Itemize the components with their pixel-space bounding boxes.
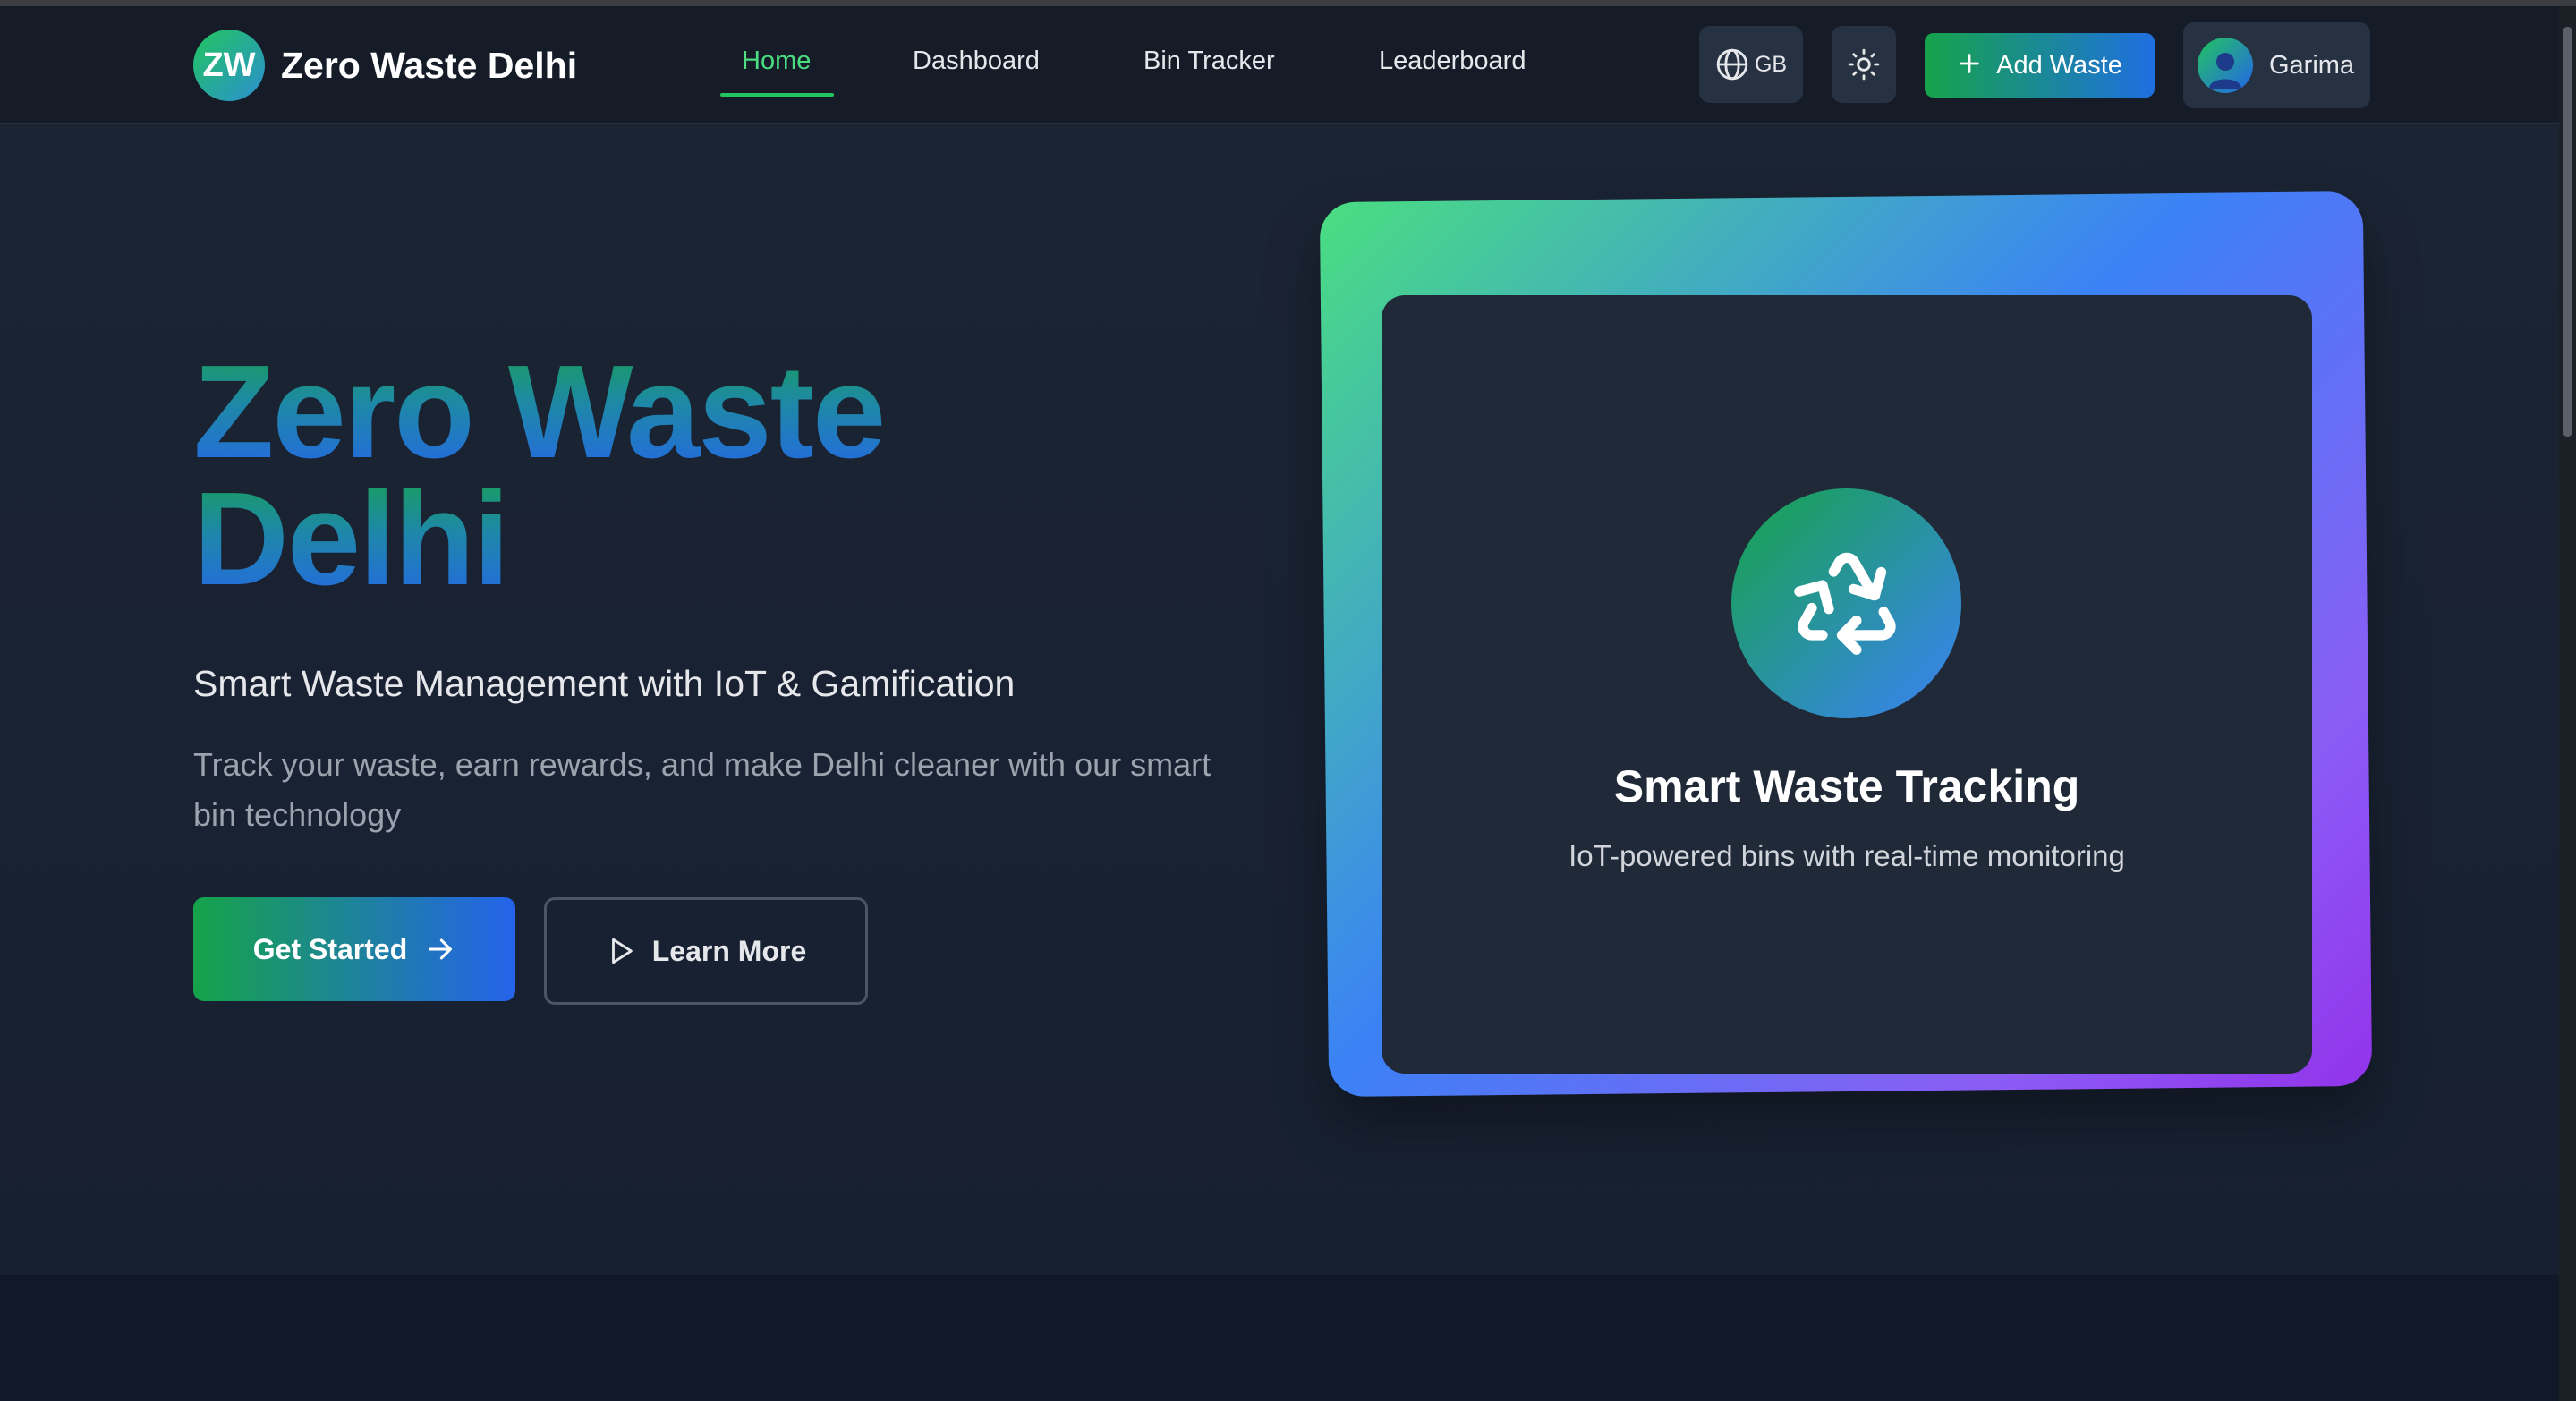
scrollbar-thumb[interactable] <box>2563 27 2572 437</box>
user-menu-button[interactable]: Garima <box>2183 22 2370 108</box>
hero-subtitle: Smart Waste Management with IoT & Gamifi… <box>193 663 1016 704</box>
nav-link-leaderboard[interactable]: Leaderboard <box>1379 47 1526 76</box>
get-started-button[interactable]: Get Started <box>193 897 515 1001</box>
hero-title: Zero Waste Delhi <box>193 346 886 606</box>
add-waste-button[interactable]: Add Waste <box>1925 33 2155 98</box>
logo-badge: ZW <box>193 30 265 101</box>
app-title: Zero Waste Delhi <box>281 44 578 86</box>
feature-icon-circle <box>1731 488 1961 718</box>
recycle-icon <box>1789 543 1905 664</box>
learn-more-button[interactable]: Learn More <box>544 897 868 1005</box>
user-icon <box>2207 46 2243 93</box>
add-waste-label: Add Waste <box>1996 50 2122 80</box>
globe-icon <box>1715 47 1749 81</box>
learn-more-label: Learn More <box>651 934 807 967</box>
language-code: GB <box>1754 51 1788 77</box>
user-name: Garima <box>2269 50 2355 80</box>
nav-link-home[interactable]: Home <box>742 47 811 76</box>
nav-link-dashboard[interactable]: Dashboard <box>913 47 1040 76</box>
hero-title-line-1: Zero Waste <box>193 338 886 486</box>
hero-title-line-2: Delhi <box>193 465 510 613</box>
get-started-label: Get Started <box>252 932 408 965</box>
plus-icon <box>1957 49 1982 81</box>
avatar <box>2198 38 2253 93</box>
navbar: ZW Zero Waste Delhi Home Dashboard Bin T… <box>0 6 2559 124</box>
language-selector[interactable]: GB <box>1699 26 1803 103</box>
window-top-strip <box>0 0 2576 6</box>
feature-card-title: Smart Waste Tracking <box>1613 761 2080 811</box>
feature-card-description: IoT-powered bins with real-time monitori… <box>1569 839 2125 872</box>
nav-link-bin-tracker[interactable]: Bin Tracker <box>1143 47 1275 76</box>
hero-description: Track your waste, earn rewards, and make… <box>193 746 1211 833</box>
active-nav-indicator <box>720 93 834 97</box>
sun-icon <box>1847 47 1881 81</box>
play-icon <box>606 935 636 967</box>
lower-section <box>0 1275 2559 1401</box>
brand-logo[interactable]: ZW Zero Waste Delhi <box>193 30 577 101</box>
theme-toggle-button[interactable] <box>1832 26 1896 103</box>
arrow-right-icon <box>425 934 455 964</box>
